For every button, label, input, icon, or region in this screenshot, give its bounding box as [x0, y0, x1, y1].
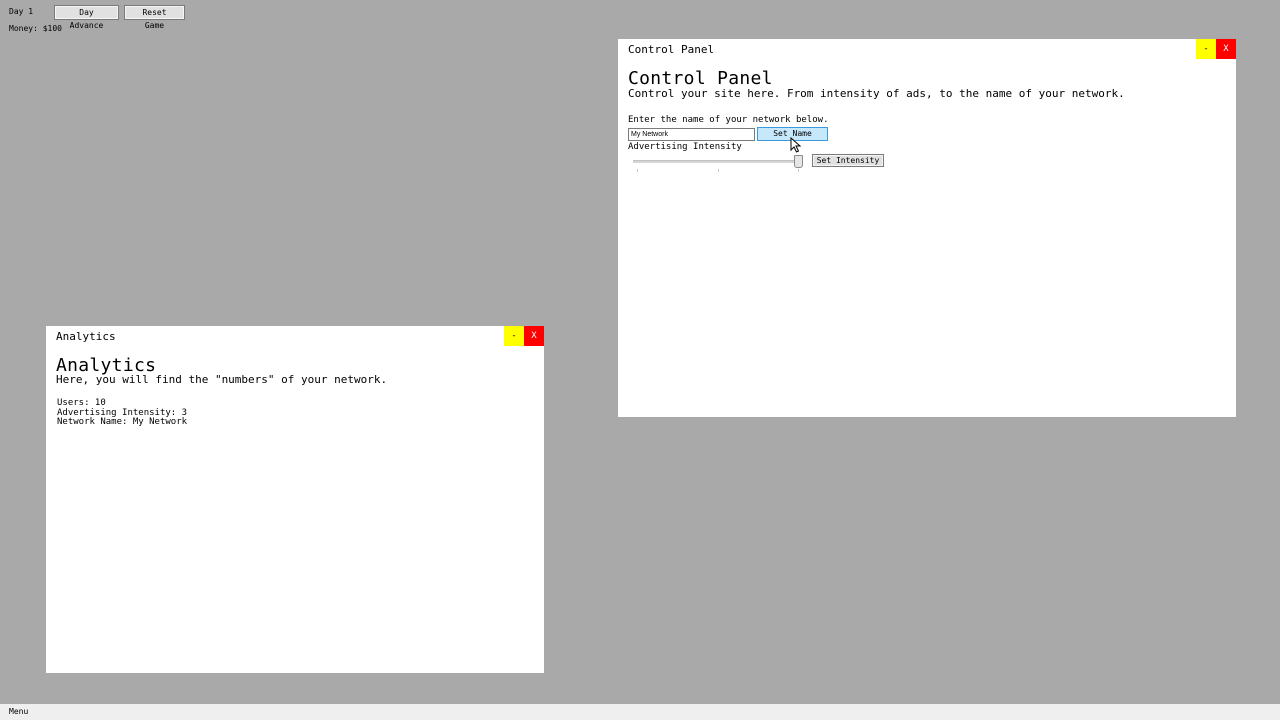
advertising-intensity-label: Advertising Intensity: [628, 142, 742, 152]
analytics-title: Analytics: [56, 330, 116, 343]
intensity-slider-track[interactable]: [633, 160, 799, 163]
analytics-close-button[interactable]: X: [524, 326, 544, 346]
intensity-slider-thumb[interactable]: [794, 155, 803, 168]
network-name-stat: Network Name: My Network: [57, 417, 188, 428]
money-display: Money: $100: [9, 24, 62, 33]
slider-tick: [717, 169, 719, 172]
menu-button[interactable]: Menu: [9, 707, 28, 716]
control-panel-minimize-button[interactable]: -: [1196, 39, 1216, 59]
control-panel-window: Control Panel - X Control Panel Control …: [618, 39, 1236, 417]
control-panel-heading: Control Panel: [628, 68, 773, 89]
day-counter: Day 1: [9, 7, 34, 16]
reset-game-button[interactable]: Reset Game: [124, 5, 185, 30]
taskbar: Menu: [0, 704, 1280, 720]
control-panel-description: Control your site here. From intensity o…: [628, 87, 1125, 100]
slider-tick: [798, 169, 799, 172]
day-advance-button[interactable]: Day Advance: [54, 5, 119, 30]
analytics-minimize-button[interactable]: -: [504, 326, 524, 346]
set-intensity-button[interactable]: Set Intensity: [812, 154, 884, 167]
network-name-input[interactable]: [628, 128, 755, 141]
top-bar: Day 1 Day Advance Reset Game Money: $100: [0, 0, 400, 40]
network-name-prompt: Enter the name of your network below.: [628, 115, 829, 125]
analytics-stats: Users: 10 Advertising Intensity: 3 Netwo…: [57, 398, 188, 428]
analytics-description: Here, you will find the "numbers" of you…: [56, 373, 388, 386]
mouse-pointer-icon: [790, 137, 802, 153]
slider-tick: [637, 169, 638, 172]
control-panel-title: Control Panel: [628, 43, 715, 56]
analytics-window: Analytics - X Analytics Here, you will f…: [46, 326, 544, 673]
control-panel-close-button[interactable]: X: [1216, 39, 1236, 59]
